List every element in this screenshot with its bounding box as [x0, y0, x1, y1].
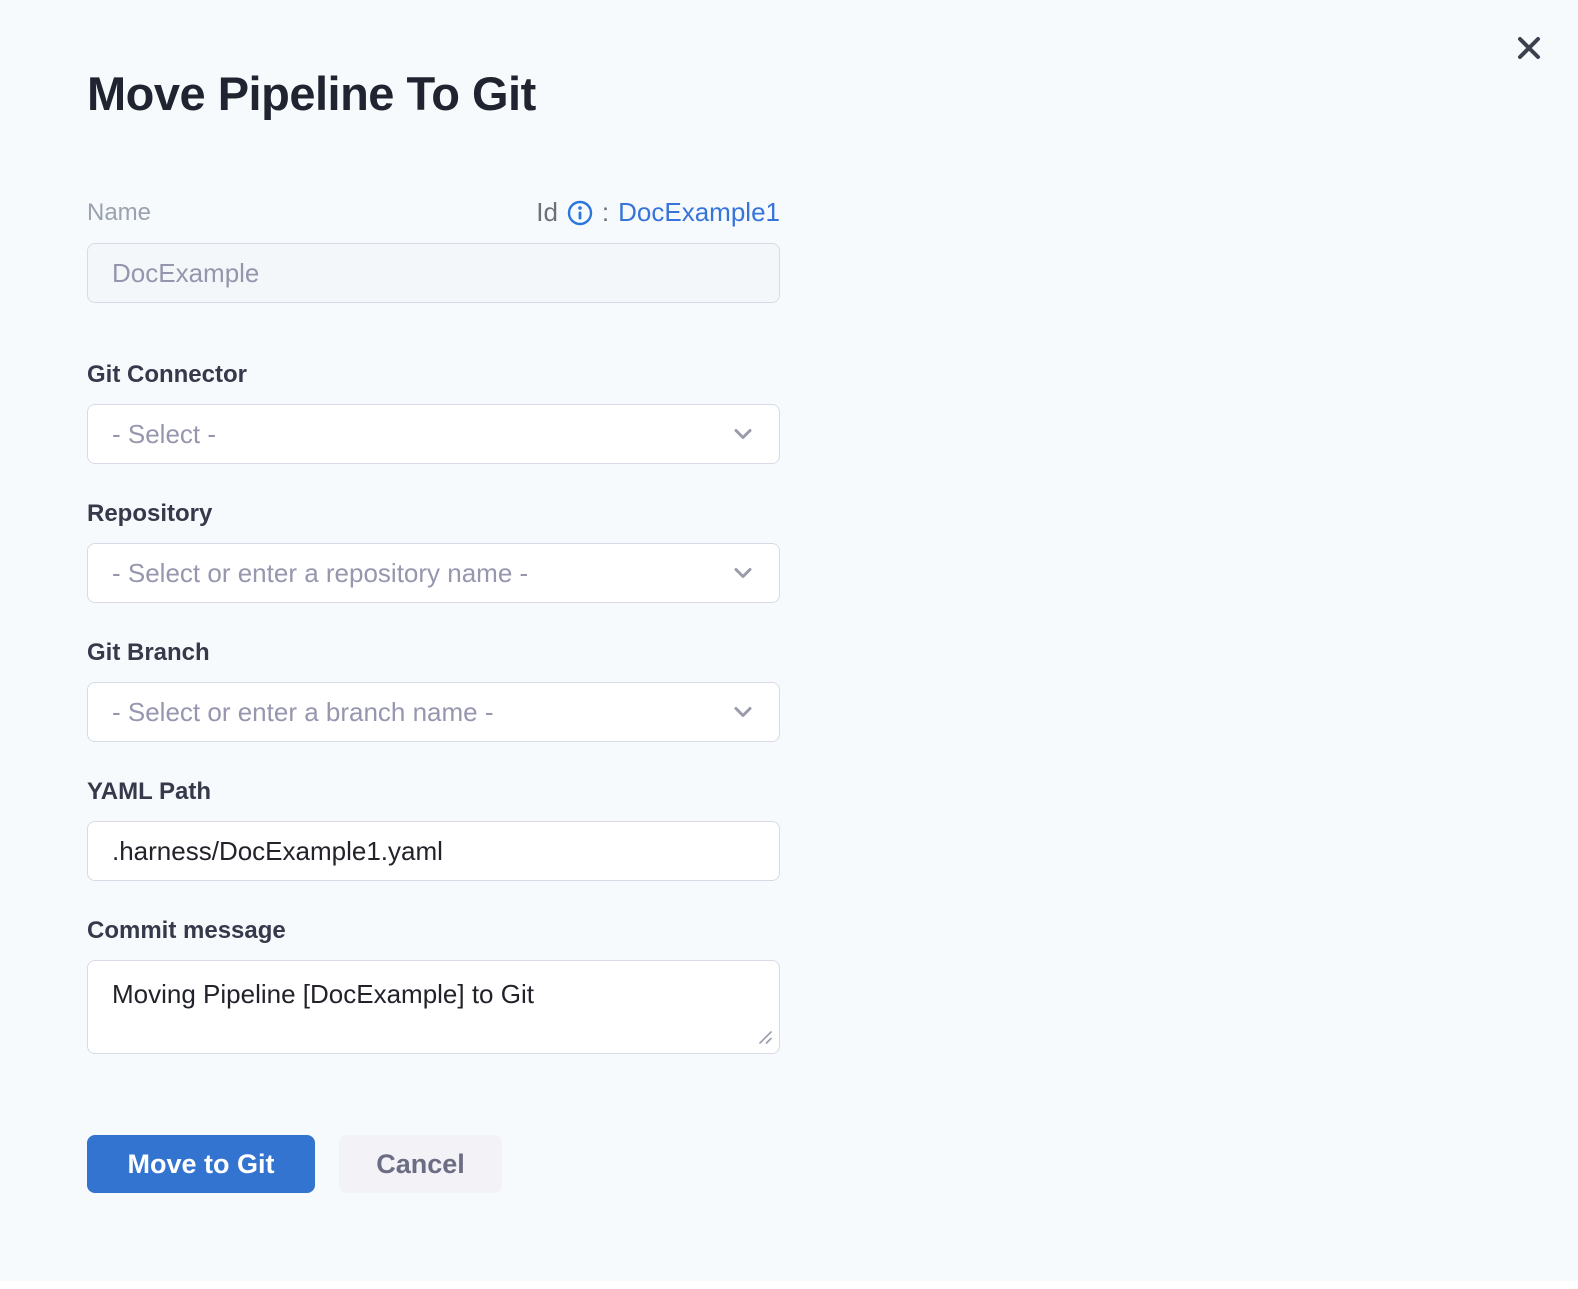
pipeline-id-value: DocExample1 — [618, 197, 780, 228]
git-branch-select[interactable] — [87, 682, 780, 742]
repository-select[interactable] — [87, 543, 780, 603]
info-icon[interactable] — [567, 200, 593, 226]
id-separator: : — [602, 197, 609, 228]
git-branch-input[interactable] — [87, 682, 780, 742]
git-connector-label: Git Connector — [87, 361, 780, 389]
git-connector-select[interactable] — [87, 404, 780, 464]
cancel-button[interactable]: Cancel — [339, 1135, 502, 1193]
name-input[interactable] — [87, 243, 780, 303]
pipeline-id-row: Id : DocExample1 — [536, 197, 780, 228]
git-connector-input[interactable] — [87, 404, 780, 464]
resize-grip-icon[interactable] — [758, 1030, 773, 1045]
yaml-path-label: YAML Path — [87, 778, 780, 806]
close-button[interactable] — [1511, 30, 1547, 66]
id-label: Id — [536, 197, 558, 228]
move-pipeline-to-git-dialog: Move Pipeline To Git Name Id : DocExampl… — [0, 0, 1578, 1281]
repository-input[interactable] — [87, 543, 780, 603]
chevron-down-icon[interactable] — [730, 560, 756, 586]
chevron-down-icon[interactable] — [730, 699, 756, 725]
commit-message-label: Commit message — [87, 917, 780, 945]
chevron-down-icon[interactable] — [730, 421, 756, 447]
move-to-git-button[interactable]: Move to Git — [87, 1135, 315, 1193]
close-icon — [1513, 32, 1545, 64]
repository-label: Repository — [87, 500, 780, 528]
commit-message-textarea[interactable]: Moving Pipeline [DocExample] to Git — [87, 960, 780, 1054]
yaml-path-input[interactable] — [87, 821, 780, 881]
name-label: Name — [87, 199, 151, 227]
page-title: Move Pipeline To Git — [87, 66, 780, 121]
git-branch-label: Git Branch — [87, 639, 780, 667]
